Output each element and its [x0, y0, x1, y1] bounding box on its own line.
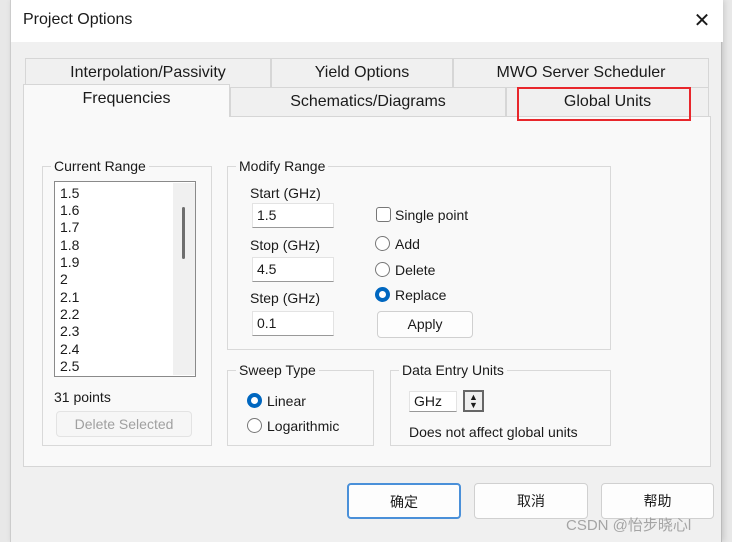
single-point-checkbox[interactable] [376, 207, 391, 222]
tab-yield-options[interactable]: Yield Options [271, 58, 453, 88]
tab-schematics-diagrams[interactable]: Schematics/Diagrams [230, 87, 506, 117]
start-label: Start (GHz) [250, 185, 321, 201]
list-item[interactable]: 2 [60, 271, 68, 288]
logarithmic-label: Logarithmic [267, 418, 340, 434]
list-item[interactable]: 2.4 [60, 341, 79, 358]
scrollbar[interactable] [173, 183, 195, 375]
logarithmic-radio[interactable] [247, 418, 262, 433]
data-entry-units-legend: Data Entry Units [399, 362, 507, 378]
list-item[interactable]: 1.6 [60, 202, 79, 219]
delete-label: Delete [395, 262, 436, 278]
highlight-box [517, 87, 691, 121]
replace-label: Replace [395, 287, 447, 303]
list-item[interactable]: 2.3 [60, 323, 79, 340]
spin-down-icon[interactable]: ▼ [465, 401, 482, 410]
units-spinner[interactable]: ▲ ▼ [463, 390, 484, 412]
scrollbar-thumb[interactable] [182, 207, 185, 259]
linear-label: Linear [267, 393, 306, 409]
project-options-dialog: Project Options ✕ Interpolation/Passivit… [10, 0, 723, 542]
stop-input[interactable]: 4.5 [252, 257, 334, 282]
add-radio[interactable] [375, 236, 390, 251]
title-bar: Project Options ✕ [11, 0, 723, 42]
current-range-legend: Current Range [51, 158, 149, 174]
tab-frequencies[interactable]: Frequencies [23, 84, 230, 117]
stop-label: Stop (GHz) [250, 237, 321, 253]
points-count: 31 points [54, 389, 111, 405]
list-item[interactable]: 2.2 [60, 306, 79, 323]
step-label: Step (GHz) [250, 290, 321, 306]
apply-button[interactable]: Apply [377, 311, 473, 338]
delete-selected-button[interactable]: Delete Selected [56, 411, 192, 437]
list-item[interactable]: 1.9 [60, 254, 79, 271]
modify-range-legend: Modify Range [236, 158, 329, 174]
tab-mwo-server-scheduler[interactable]: MWO Server Scheduler [453, 58, 709, 88]
ok-button[interactable]: 确定 [347, 483, 461, 519]
sweep-type-legend: Sweep Type [236, 362, 319, 378]
step-input[interactable]: 0.1 [252, 311, 334, 336]
close-icon[interactable]: ✕ [689, 8, 715, 34]
start-input[interactable]: 1.5 [252, 203, 334, 228]
linear-radio[interactable] [247, 393, 262, 408]
units-input[interactable]: GHz [409, 391, 457, 412]
replace-radio[interactable] [375, 287, 390, 302]
units-note: Does not affect global units [409, 424, 578, 440]
frequency-listbox[interactable]: 1.5 1.6 1.7 1.8 1.9 2 2.1 2.2 2.3 2.4 2.… [54, 181, 196, 377]
list-item[interactable]: 1.7 [60, 219, 79, 236]
list-item[interactable]: 2.5 [60, 358, 79, 375]
window-title: Project Options [23, 11, 133, 28]
watermark: CSDN @怡步晓心l [566, 517, 692, 534]
add-label: Add [395, 236, 420, 252]
delete-radio[interactable] [375, 262, 390, 277]
list-item[interactable]: 1.8 [60, 237, 79, 254]
list-item[interactable]: 1.5 [60, 185, 79, 202]
list-item[interactable]: 2.1 [60, 289, 79, 306]
single-point-label: Single point [395, 207, 469, 223]
